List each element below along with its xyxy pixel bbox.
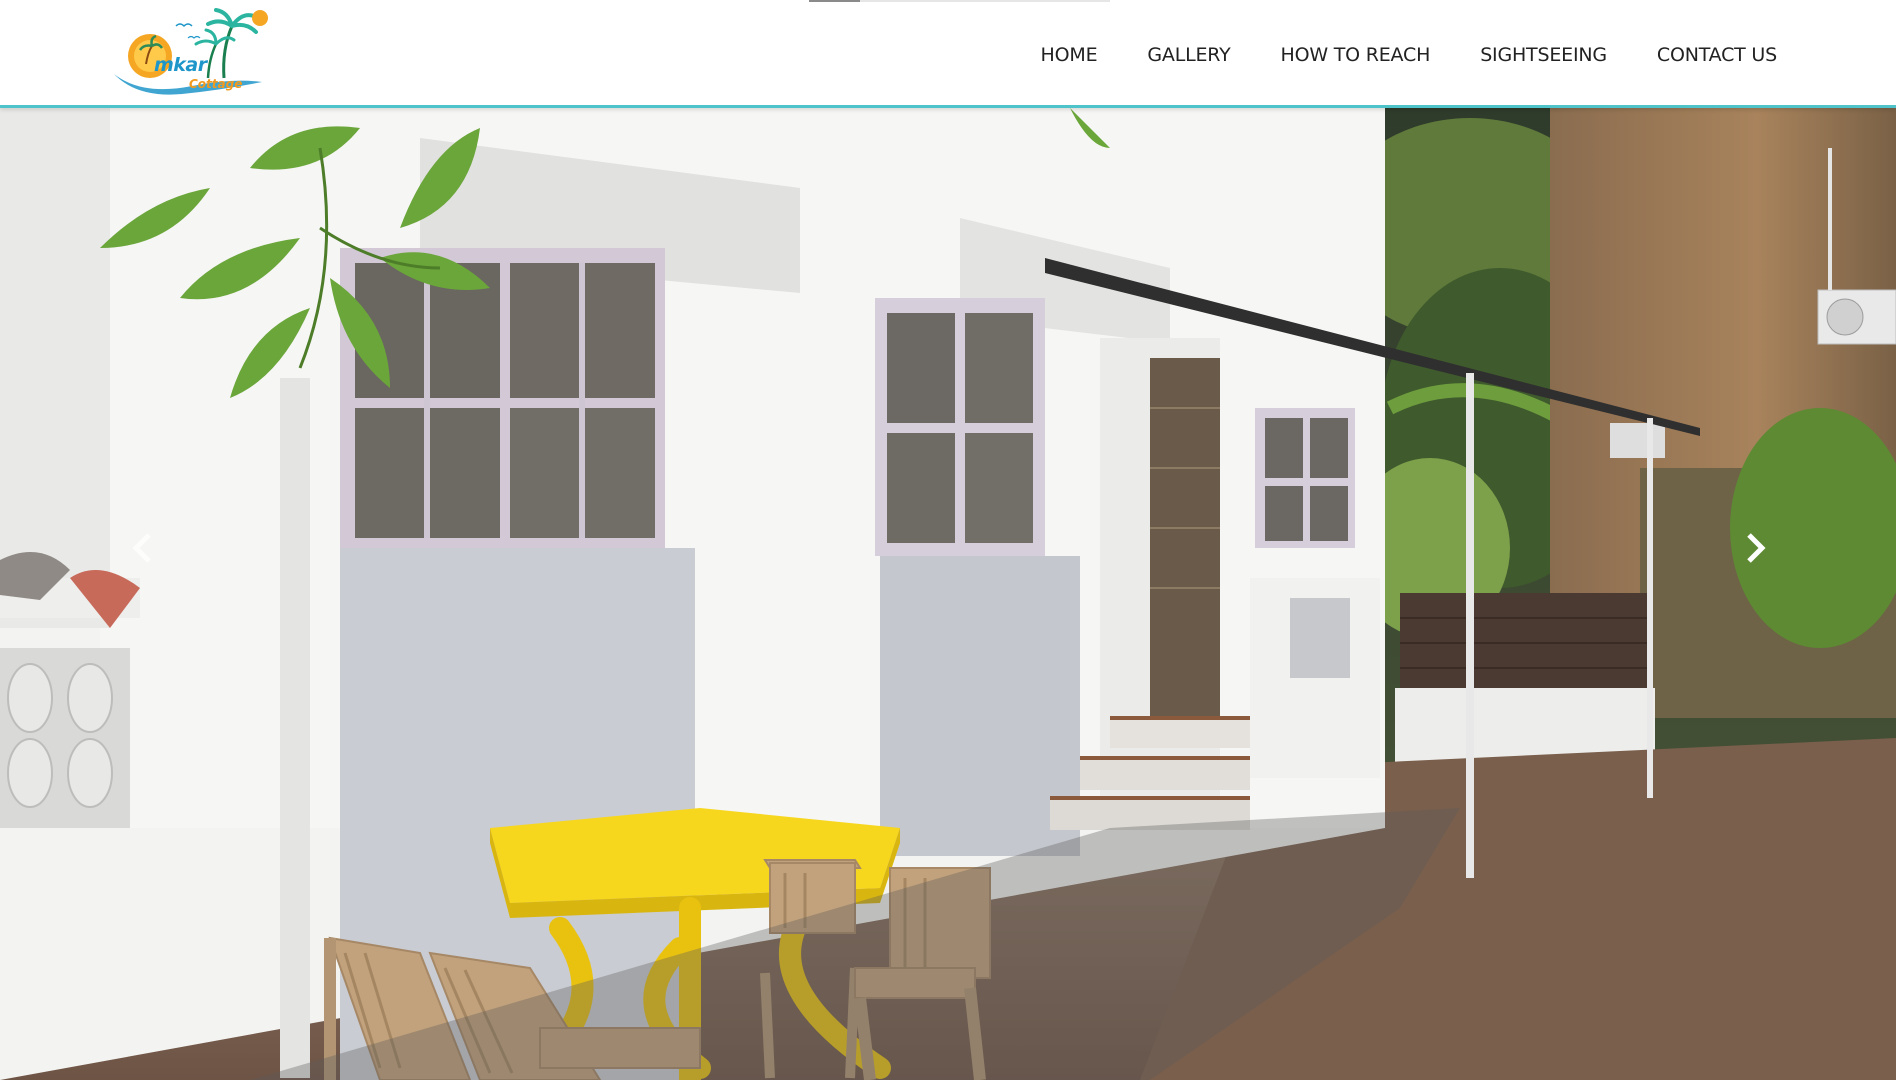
slider-progress-track	[809, 0, 1110, 2]
logo-text: mkar	[154, 54, 207, 76]
hero-carousel	[0, 108, 1896, 1080]
nav-contact-us[interactable]: CONTACT US	[1657, 44, 1777, 66]
site-header: mkar Cottage HOME GALLERY HOW TO REACH S…	[0, 0, 1896, 108]
chevron-left-icon	[132, 533, 151, 563]
carousel-prev-button[interactable]	[112, 518, 172, 578]
nav-how-to-reach[interactable]: HOW TO REACH	[1280, 44, 1430, 66]
cottage-patio-photo	[0, 108, 1896, 1080]
site-logo[interactable]: mkar Cottage	[112, 4, 272, 96]
nav-gallery[interactable]: GALLERY	[1147, 44, 1230, 66]
nav-home[interactable]: HOME	[1041, 44, 1098, 66]
slider-progress-fill	[809, 0, 861, 2]
logo-subtext: Cottage	[189, 77, 243, 91]
chevron-right-icon	[1747, 533, 1766, 563]
carousel-next-button[interactable]	[1726, 518, 1786, 578]
nav-sightseeing[interactable]: SIGHTSEEING	[1480, 44, 1607, 66]
main-nav: HOME GALLERY HOW TO REACH SIGHTSEEING CO…	[991, 44, 1778, 66]
